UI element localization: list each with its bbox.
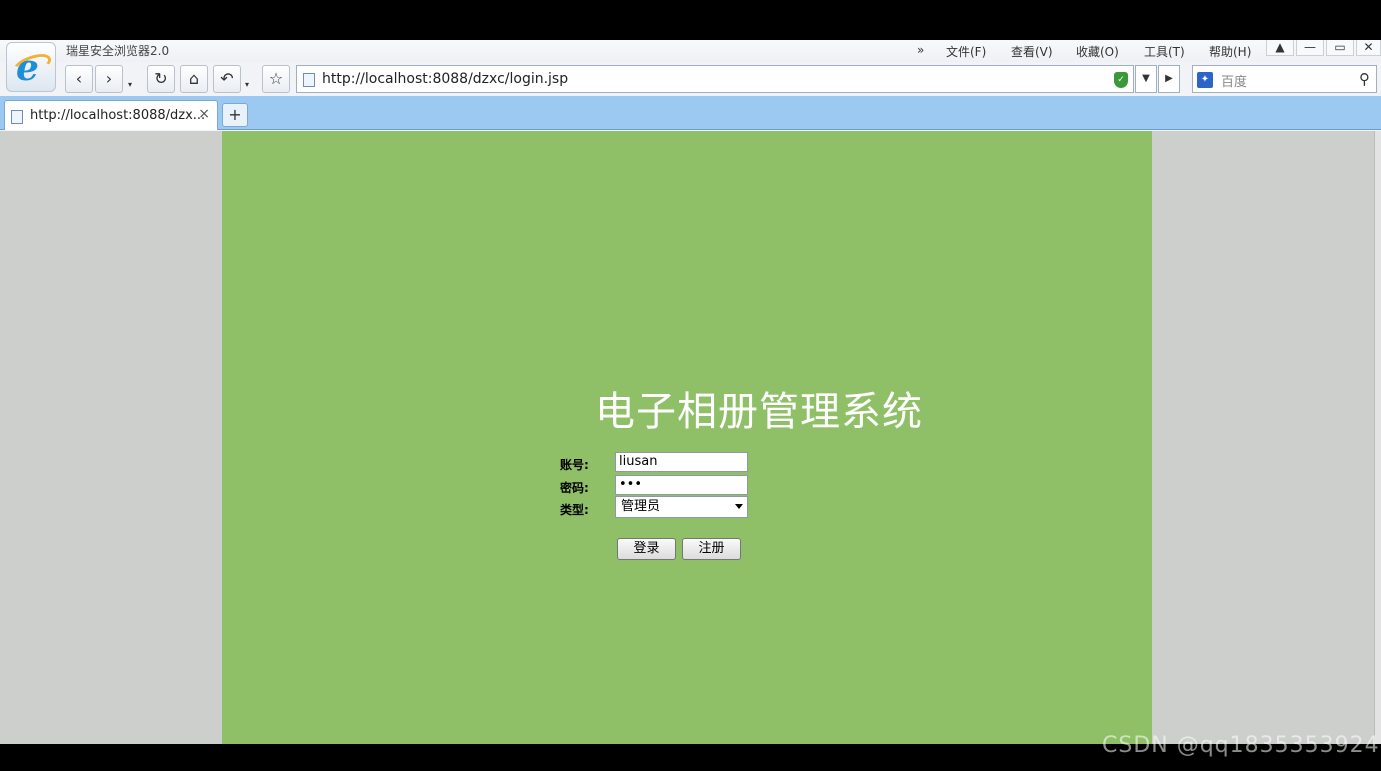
search-box[interactable]: ✦ 百度 ⚲ [1192, 65, 1377, 93]
home-icon[interactable]: ⌂ [180, 65, 208, 93]
back-arrow-icon[interactable]: ‹ [65, 65, 93, 93]
screen: 瑞星安全浏览器2.0 » 文件(F) 查看(V) 收藏(O) 工具(T) 帮助(… [0, 0, 1381, 771]
maximize-button[interactable]: ▭ [1326, 40, 1354, 56]
close-window-button[interactable]: ✕ [1356, 40, 1381, 56]
minimize-button[interactable]: — [1296, 40, 1324, 56]
menu-overflow-chevron[interactable]: » [917, 43, 924, 57]
menu-tools[interactable]: 工具(T) [1144, 43, 1185, 60]
refresh-icon[interactable]: ↻ [147, 65, 175, 93]
menu-favorites[interactable]: 收藏(O) [1076, 43, 1119, 60]
page-icon [303, 73, 315, 87]
new-tab-button[interactable]: + [222, 103, 248, 127]
menu-help[interactable]: 帮助(H) [1209, 43, 1251, 60]
tab-label: http://localhost:8088/dzx... [30, 108, 206, 123]
undo-dropdown-icon[interactable]: ▾ [245, 80, 255, 92]
navigation-bar: ‹ › ▾ ↻ ⌂ ↶ ▾ ☆ http://localhost:8088/dz… [0, 62, 1381, 96]
menu-file[interactable]: 文件(F) [946, 43, 986, 60]
csdn-watermark: CSDN @qq1835353924 [1102, 733, 1380, 758]
close-tab-icon[interactable]: × [198, 106, 210, 122]
forward-arrow-icon[interactable]: › [95, 65, 123, 93]
address-bar[interactable]: http://localhost:8088/dzxc/login.jsp ✓ [296, 65, 1134, 93]
history-dropdown-icon[interactable]: ▾ [128, 80, 138, 92]
title-bar: 瑞星安全浏览器2.0 » 文件(F) 查看(V) 收藏(O) 工具(T) 帮助(… [0, 40, 1381, 62]
tab-page-icon [11, 110, 23, 124]
browser-window: 瑞星安全浏览器2.0 » 文件(F) 查看(V) 收藏(O) 工具(T) 帮助(… [0, 40, 1381, 744]
letterbox-top [0, 0, 1381, 40]
tab-login[interactable]: http://localhost:8088/dzx... × [4, 100, 218, 130]
window-title: 瑞星安全浏览器2.0 [66, 44, 170, 58]
favorite-star-icon[interactable]: ☆ [262, 65, 290, 93]
go-arrow-icon[interactable]: ▶ [1158, 65, 1180, 93]
tab-bar: http://localhost:8088/dzx... × + [0, 96, 1381, 130]
security-shield-icon[interactable]: ✓ [1114, 72, 1128, 88]
search-icon[interactable]: ⚲ [1359, 70, 1370, 88]
menu-view[interactable]: 查看(V) [1011, 43, 1053, 60]
search-input[interactable]: 百度 [1221, 71, 1247, 90]
address-input[interactable]: http://localhost:8088/dzxc/login.jsp [322, 71, 568, 87]
address-dropdown-icon[interactable]: ▼ [1135, 65, 1157, 93]
skin-button[interactable]: ▲ [1266, 40, 1294, 56]
baidu-paw-icon[interactable]: ✦ [1197, 72, 1213, 88]
undo-icon[interactable]: ↶ [213, 65, 241, 93]
